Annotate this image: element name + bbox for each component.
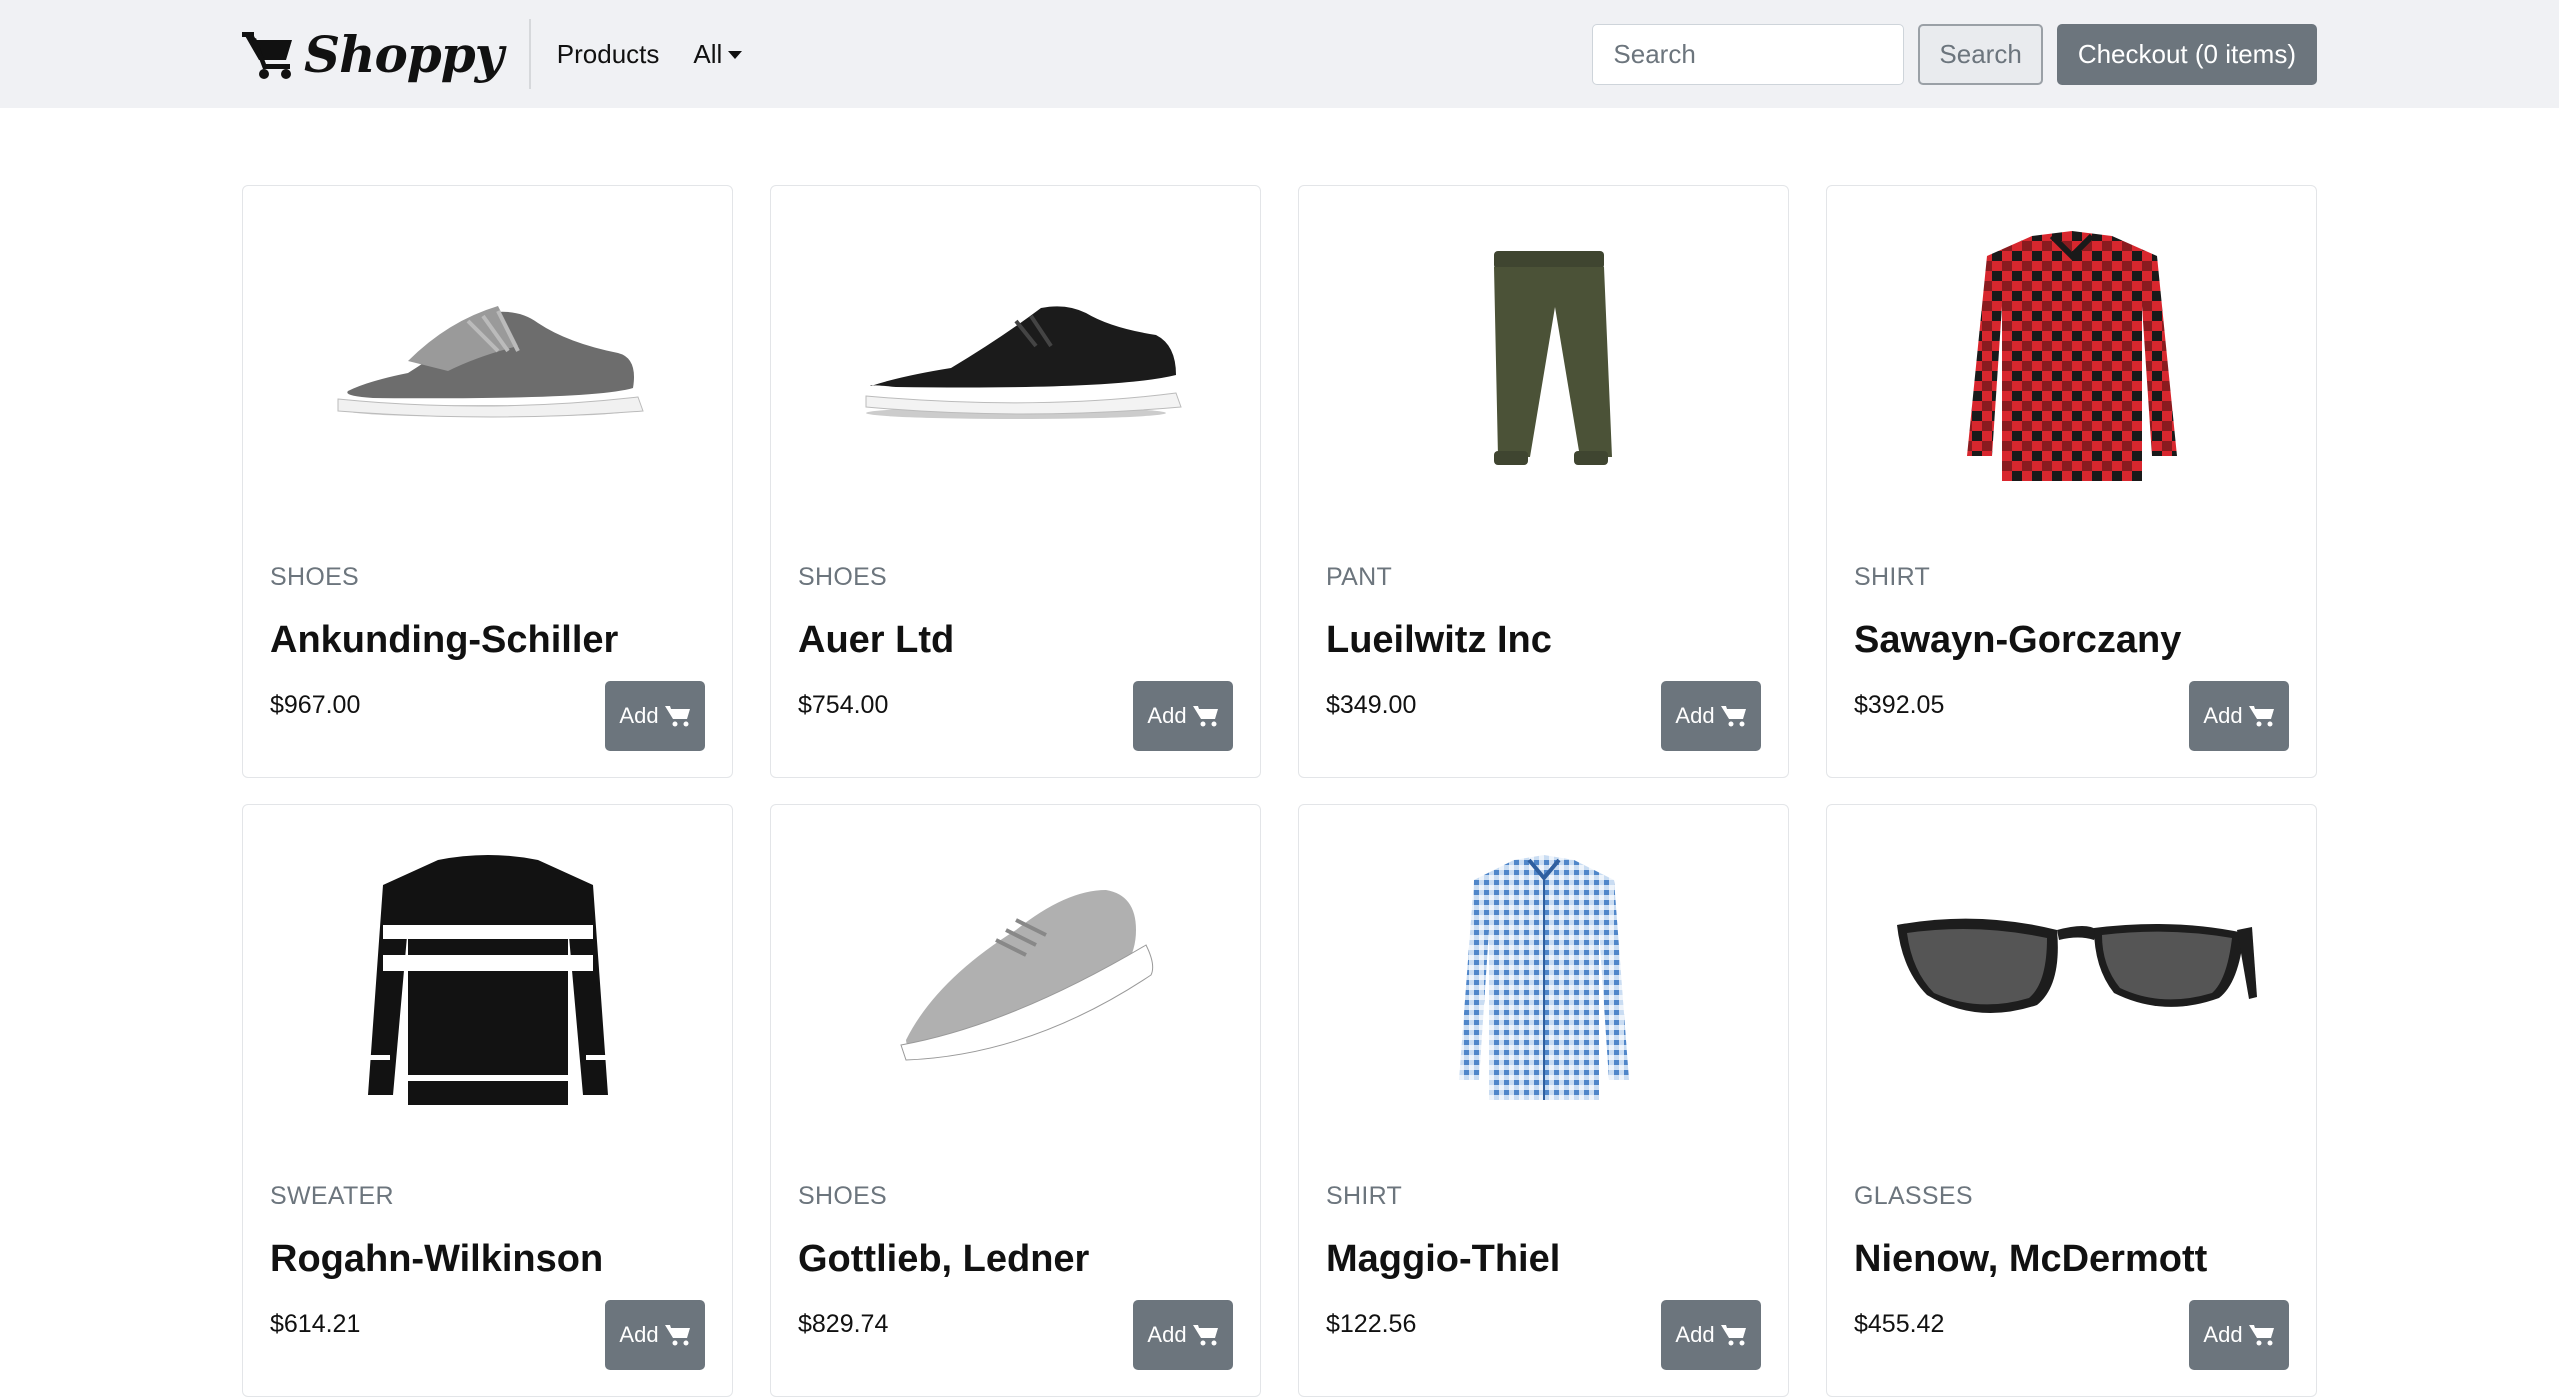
product-price: $614.21 <box>270 1310 361 1338</box>
cart-icon <box>242 32 292 79</box>
product-category: PANT <box>1326 563 1393 591</box>
product-image <box>243 186 732 526</box>
navbar: Shoppy Products All Search Checkout (0 i… <box>0 0 2559 108</box>
brand-name: Shoppy <box>304 24 504 84</box>
product-name[interactable]: Nienow, McDermott <box>1854 1238 2207 1281</box>
product-grid: SHOES Ankunding-Schiller $967.00 Add SHO… <box>242 185 2318 1397</box>
product-price: $967.00 <box>270 691 361 719</box>
cart-icon <box>664 1325 690 1346</box>
add-to-cart-button[interactable]: Add <box>2189 681 2289 751</box>
product-card[interactable]: GLASSES Nienow, McDermott $455.42 Add <box>1826 804 2317 1397</box>
category-filter-dropdown[interactable]: All <box>693 38 743 70</box>
add-to-cart-button[interactable]: Add <box>605 681 705 751</box>
product-price: $829.74 <box>798 1310 889 1338</box>
cart-icon <box>1720 1325 1746 1346</box>
cart-icon <box>2248 1325 2274 1346</box>
brand-logo[interactable]: Shoppy <box>242 19 531 89</box>
product-image <box>1299 805 1788 1145</box>
product-card[interactable]: SHOES Auer Ltd $754.00 Add <box>770 185 1261 778</box>
black-striped-sweater-image <box>367 855 608 1105</box>
add-button-label: Add <box>1147 1322 1187 1347</box>
product-price: $392.05 <box>1854 691 1945 719</box>
product-name[interactable]: Gottlieb, Ledner <box>798 1238 1089 1281</box>
add-button-label: Add <box>1147 703 1187 728</box>
cart-icon <box>1720 706 1746 727</box>
product-price: $455.42 <box>1854 1310 1945 1338</box>
product-category: SHOES <box>798 1182 888 1210</box>
add-to-cart-button[interactable]: Add <box>1133 681 1233 751</box>
add-to-cart-button[interactable]: Add <box>1133 1300 1233 1370</box>
product-name[interactable]: Rogahn-Wilkinson <box>270 1238 603 1281</box>
chevron-down-icon <box>728 51 743 59</box>
light-grey-sneaker-image <box>899 890 1153 1061</box>
add-button-label: Add <box>2203 1322 2243 1347</box>
product-card[interactable]: SHOES Gottlieb, Ledner $829.74 Add <box>770 804 1261 1397</box>
grey-knit-sneaker-image <box>337 306 644 418</box>
category-filter-label: All <box>693 38 723 69</box>
product-price: $349.00 <box>1326 691 1417 719</box>
product-category: GLASSES <box>1854 1182 1973 1210</box>
product-card[interactable]: SWEATER Rogahn-Wilkinson $614.21 Add <box>242 804 733 1397</box>
cart-icon <box>1192 706 1218 727</box>
product-image <box>771 186 1260 526</box>
product-card[interactable]: SHIRT Maggio-Thiel $122.56 Add <box>1298 804 1789 1397</box>
cart-icon <box>2248 706 2274 727</box>
product-category: SHOES <box>270 563 360 591</box>
blue-gingham-shirt-image <box>1458 855 1629 1100</box>
red-black-plaid-shirt-image <box>1966 231 2177 481</box>
search-button[interactable]: Search <box>1918 23 2043 85</box>
add-button-label: Add <box>619 703 659 728</box>
product-image <box>243 805 732 1145</box>
product-category: SHIRT <box>1326 1182 1403 1210</box>
nav-products-link[interactable]: Products <box>557 39 660 70</box>
add-to-cart-button[interactable]: Add <box>2189 1300 2289 1370</box>
add-button-label: Add <box>1675 1322 1715 1347</box>
product-category: SHOES <box>798 563 888 591</box>
product-image <box>1827 805 2316 1145</box>
product-card[interactable]: SHIRT Sawayn-Gorczany $392.05 Add <box>1826 185 2317 778</box>
product-name[interactable]: Lueilwitz Inc <box>1326 619 1552 662</box>
add-button-label: Add <box>619 1322 659 1347</box>
checkout-button[interactable]: Checkout (0 items) <box>2056 23 2317 85</box>
product-name[interactable]: Ankunding-Schiller <box>270 619 618 662</box>
product-category: SHIRT <box>1854 563 1931 591</box>
product-image <box>1299 186 1788 526</box>
search-input[interactable] <box>1592 23 1905 85</box>
cart-icon <box>1192 1325 1218 1346</box>
add-button-label: Add <box>1675 703 1715 728</box>
product-name[interactable]: Auer Ltd <box>798 619 954 662</box>
black-knit-sneaker-image <box>865 306 1182 419</box>
product-price: $754.00 <box>798 691 889 719</box>
product-image <box>1827 186 2316 526</box>
add-to-cart-button[interactable]: Add <box>1661 681 1761 751</box>
product-name[interactable]: Maggio-Thiel <box>1326 1238 1560 1281</box>
product-name[interactable]: Sawayn-Gorczany <box>1854 619 2181 662</box>
product-image <box>771 805 1260 1145</box>
product-card[interactable]: SHOES Ankunding-Schiller $967.00 Add <box>242 185 733 778</box>
add-to-cart-button[interactable]: Add <box>1661 1300 1761 1370</box>
add-button-label: Add <box>2203 703 2243 728</box>
add-to-cart-button[interactable]: Add <box>605 1300 705 1370</box>
navbar-inner: Shoppy Products All Search Checkout (0 i… <box>242 0 2317 108</box>
product-category: SWEATER <box>270 1182 394 1210</box>
cart-icon <box>664 706 690 727</box>
product-price: $122.56 <box>1326 1310 1417 1338</box>
product-card[interactable]: PANT Lueilwitz Inc $349.00 Add <box>1298 185 1789 778</box>
black-sunglasses-image <box>1896 918 2257 1013</box>
olive-jogger-pants-image <box>1493 251 1612 465</box>
